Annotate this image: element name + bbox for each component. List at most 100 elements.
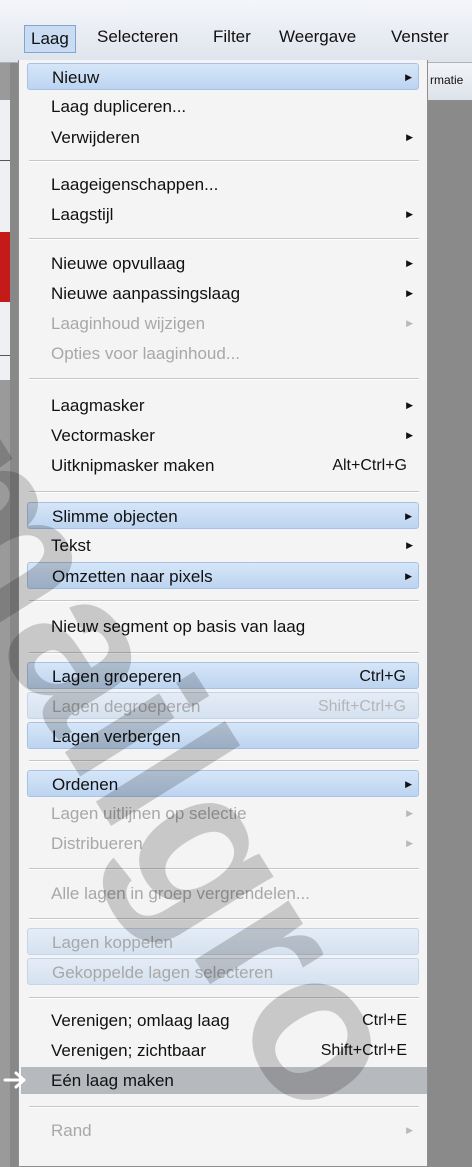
menu-separator bbox=[29, 238, 419, 240]
submenu-arrow-icon: ▶ bbox=[406, 430, 413, 440]
options-bar-text: rmatie bbox=[430, 73, 464, 87]
options-bar: rmatie bbox=[428, 60, 472, 101]
menu-item-laageigenschappen[interactable]: Laageigenschappen... bbox=[27, 171, 419, 198]
menu-item-lagen-koppelen: Lagen koppelen bbox=[27, 928, 419, 955]
canvas-divider bbox=[0, 355, 10, 356]
menubar-item-filter[interactable]: Filter bbox=[213, 27, 251, 47]
menu-item-label: Rand bbox=[51, 1121, 92, 1140]
submenu-arrow-icon: ▶ bbox=[406, 288, 413, 298]
menubar-item-selecteren[interactable]: Selecteren bbox=[97, 27, 178, 47]
menu-separator bbox=[29, 378, 419, 380]
menu-item-laaginhoud-wijzigen: Laaginhoud wijzigen ▶ bbox=[27, 310, 419, 337]
menu-item-alle-lagen-vergrendelen: Alle lagen in groep vergrendelen... bbox=[27, 880, 419, 907]
menu-item-uitknipmasker-maken[interactable]: Uitknipmasker maken Alt+Ctrl+G bbox=[27, 452, 419, 479]
menu-item-verwijderen[interactable]: Verwijderen ▶ bbox=[27, 124, 419, 151]
menu-item-vectormasker[interactable]: Vectormasker ▶ bbox=[27, 422, 419, 449]
menu-item-label: Lagen degroeperen bbox=[52, 697, 201, 716]
submenu-arrow-icon: ▶ bbox=[406, 318, 413, 328]
menu-item-ordenen[interactable]: Ordenen ▶ bbox=[27, 770, 419, 797]
menu-item-lagen-degroeperen: Lagen degroeperen Shift+Ctrl+G bbox=[27, 692, 419, 719]
menu-item-distribueren: Distribueren ▶ bbox=[27, 830, 419, 857]
menu-separator bbox=[29, 652, 419, 654]
menu-separator bbox=[29, 918, 419, 920]
submenu-arrow-icon: ▶ bbox=[405, 511, 412, 521]
menu-item-label: Alle lagen in groep vergrendelen... bbox=[51, 884, 310, 903]
workspace-area bbox=[428, 100, 472, 1167]
menu-item-label: Verwijderen bbox=[51, 128, 140, 147]
menu-item-omzetten-naar-pixels[interactable]: Omzetten naar pixels ▶ bbox=[27, 562, 419, 589]
menu-item-label: Vectormasker bbox=[51, 426, 155, 445]
menu-item-label: Laagmasker bbox=[51, 396, 145, 415]
menu-item-label: Nieuwe opvullaag bbox=[51, 254, 186, 273]
submenu-arrow-icon: ▶ bbox=[406, 258, 413, 268]
submenu-arrow-icon: ▶ bbox=[406, 838, 413, 848]
shortcut-label: Alt+Ctrl+G bbox=[332, 457, 407, 474]
menu-item-label: Lagen uitlijnen op selectie bbox=[51, 804, 247, 823]
menubar: Laag Selecteren Filter Weergave Venster bbox=[0, 0, 472, 63]
submenu-arrow-icon: ▶ bbox=[405, 571, 412, 581]
menu-item-label: Lagen groeperen bbox=[52, 667, 182, 686]
menu-item-nieuwe-opvullaag[interactable]: Nieuwe opvullaag ▶ bbox=[27, 250, 419, 277]
menu-item-slimme-objecten[interactable]: Slimme objecten ▶ bbox=[27, 502, 419, 529]
menu-item-opties-voor-laaginhoud: Opties voor laaginhoud... bbox=[27, 340, 419, 367]
submenu-arrow-icon: ▶ bbox=[406, 400, 413, 410]
menu-item-laag-dupliceren[interactable]: Laag dupliceren... bbox=[27, 93, 419, 120]
menu-item-nieuw-segment[interactable]: Nieuw segment op basis van laag bbox=[27, 613, 419, 640]
menu-item-label: Laag dupliceren... bbox=[51, 97, 187, 116]
shortcut-label: Ctrl+G bbox=[359, 668, 406, 685]
submenu-arrow-icon: ▶ bbox=[406, 132, 413, 142]
submenu-arrow-icon: ▶ bbox=[406, 808, 413, 818]
menu-item-label: Lagen verbergen bbox=[52, 727, 181, 746]
menu-separator bbox=[29, 868, 419, 870]
menu-item-tekst[interactable]: Tekst ▶ bbox=[27, 532, 419, 559]
menu-separator bbox=[29, 997, 419, 999]
menu-item-label: Laaginhoud wijzigen bbox=[51, 314, 206, 333]
submenu-arrow-icon: ▶ bbox=[405, 779, 412, 789]
submenu-arrow-icon: ▶ bbox=[406, 540, 413, 550]
menu-separator bbox=[29, 1106, 419, 1108]
shortcut-label: Shift+Ctrl+G bbox=[317, 698, 406, 715]
layer-menu-dropdown: Nieuw ▶ Laag dupliceren... Verwijderen ▶… bbox=[3, 60, 428, 1167]
canvas-divider bbox=[0, 160, 10, 161]
menu-item-label: Ordenen bbox=[52, 775, 119, 794]
menubar-item-weergave[interactable]: Weergave bbox=[279, 27, 356, 47]
menu-item-label: Distribueren bbox=[51, 834, 143, 853]
menu-item-lagen-uitlijnen: Lagen uitlijnen op selectie ▶ bbox=[27, 800, 419, 827]
menu-item-rand: Rand ▶ bbox=[27, 1117, 419, 1144]
menu-separator bbox=[29, 491, 419, 493]
menu-item-label: Nieuw segment op basis van laag bbox=[51, 617, 306, 636]
menu-item-label: Tekst bbox=[51, 536, 91, 555]
shortcut-label: Ctrl+E bbox=[362, 1012, 407, 1029]
menu-item-label: Nieuw bbox=[52, 68, 100, 87]
menu-item-laagmasker[interactable]: Laagmasker ▶ bbox=[27, 392, 419, 419]
menu-item-label: Laageigenschappen... bbox=[51, 175, 219, 194]
shortcut-label: Shift+Ctrl+E bbox=[320, 1042, 407, 1059]
menu-item-een-laag-maken[interactable]: Eén laag maken bbox=[3, 1067, 427, 1094]
menu-item-label: Laagstijl bbox=[51, 205, 114, 224]
menu-item-label: Slimme objecten bbox=[52, 507, 178, 526]
menu-item-label: Gekoppelde lagen selecteren bbox=[52, 963, 274, 982]
submenu-arrow-icon: ▶ bbox=[405, 72, 412, 82]
menu-separator bbox=[29, 600, 419, 602]
pointer-arrow-icon bbox=[3, 1071, 26, 1089]
menu-item-nieuw[interactable]: Nieuw ▶ bbox=[27, 63, 419, 90]
menu-item-label: Nieuwe aanpassingslaag bbox=[51, 284, 241, 303]
menu-separator bbox=[29, 760, 419, 762]
menubar-item-laag[interactable]: Laag bbox=[24, 25, 76, 53]
menu-item-label: Opties voor laaginhoud... bbox=[51, 344, 241, 363]
menu-item-verenigen-zichtbaar[interactable]: Verenigen; zichtbaar Shift+Ctrl+E bbox=[27, 1037, 419, 1064]
menu-item-label: Verenigen; omlaag laag bbox=[51, 1011, 230, 1030]
menu-item-gekoppelde-lagen-selecteren: Gekoppelde lagen selecteren bbox=[27, 958, 419, 985]
menu-item-lagen-groeperen[interactable]: Lagen groeperen Ctrl+G bbox=[27, 662, 419, 689]
submenu-arrow-icon: ▶ bbox=[406, 1125, 413, 1135]
menu-item-laagstijl[interactable]: Laagstijl ▶ bbox=[27, 201, 419, 228]
menu-item-nieuwe-aanpassingslaag[interactable]: Nieuwe aanpassingslaag ▶ bbox=[27, 280, 419, 307]
menubar-item-venster[interactable]: Venster bbox=[391, 27, 449, 47]
menu-item-label: Lagen koppelen bbox=[52, 933, 174, 952]
submenu-arrow-icon: ▶ bbox=[406, 209, 413, 219]
menu-item-label: Omzetten naar pixels bbox=[52, 567, 213, 586]
menu-item-lagen-verbergen[interactable]: Lagen verbergen bbox=[27, 722, 419, 749]
menu-item-label: Uitknipmasker maken bbox=[51, 456, 215, 475]
menu-item-verenigen-omlaag[interactable]: Verenigen; omlaag laag Ctrl+E bbox=[27, 1007, 419, 1034]
menu-item-label: Verenigen; zichtbaar bbox=[51, 1041, 206, 1060]
